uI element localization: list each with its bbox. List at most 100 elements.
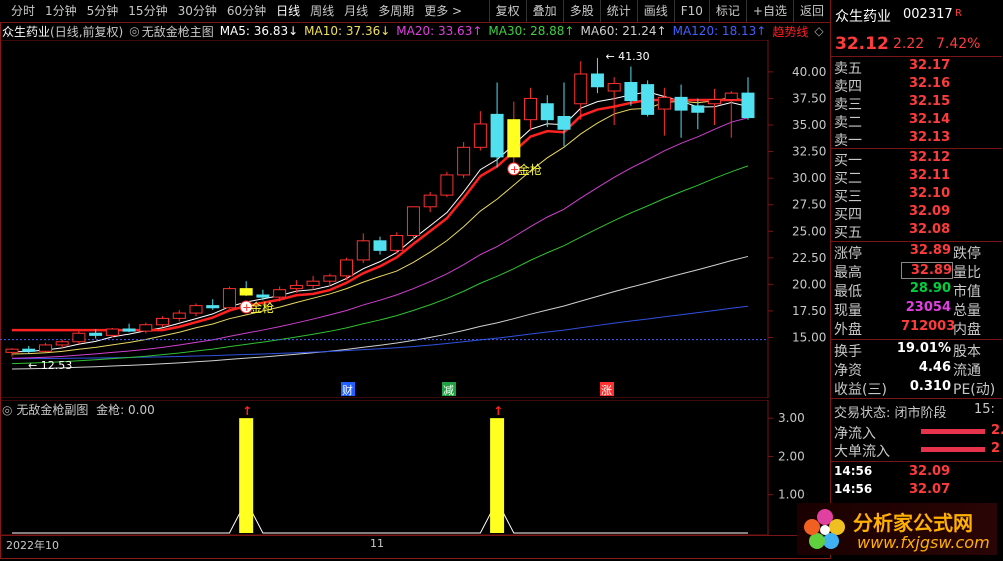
quote-pct: 7.42% [936,36,981,52]
y-label-6: 25.00 [792,224,826,238]
tool-button-3[interactable]: 统计 [599,0,637,22]
indicator-dropdown-icon[interactable]: ◎ [129,24,139,38]
ma60-value: MA60: 21.24↑ [580,24,667,38]
period-tab-2[interactable]: 5分钟 [82,0,124,22]
price-mode[interactable]: (日线,前复权) [50,23,123,40]
watermark-title: 分析家公式网 [853,511,973,535]
stat-label2-0: 跌停 [953,246,981,262]
period-tab-4[interactable]: 30分钟 [173,0,222,22]
divider [831,339,1002,340]
candle-body-15 [256,294,270,298]
chart-title-row: 众生药业 (日线,前复权) ◎ 无敌金枪主图 MA5: 36.83↓ MA10:… [2,23,830,39]
candle-body-13 [222,288,236,309]
high-label: ← 41.30 [605,50,649,63]
candle-body-21 [356,240,370,261]
period-tab-1[interactable]: 1分钟 [40,0,82,22]
period-tab-5[interactable]: 60分钟 [222,0,271,22]
candle-body-31 [524,97,538,121]
period-tab-6[interactable]: 日线 [271,0,305,22]
flow-bar-0 [921,429,985,434]
candle-body-32 [540,103,554,121]
ask-label-3: 卖二 [834,115,862,131]
candle-body-17 [289,284,303,290]
candle-body-2 [38,344,52,352]
tool-button-8[interactable]: 返回 [792,0,830,22]
bid-price-3: 32.09 [909,204,951,219]
quote-flag: R [955,8,962,19]
signal-label-14: 金枪 [250,300,274,315]
period-tab-7[interactable]: 周线 [305,0,339,22]
tool-button-6[interactable]: 标记 [708,0,746,22]
period-tab-8[interactable]: 月线 [339,0,373,22]
stat-value-3: 23054 [905,300,951,315]
trade-status: 交易状态: 闭市阶段 [834,406,947,421]
tool-button-4[interactable]: 画线 [636,0,674,22]
stock-name: 众生药业 [2,24,51,39]
stat2-value-2: 0.310 [909,379,951,394]
ask-price-0: 32.17 [909,58,951,73]
tool-button-2[interactable]: 多股 [562,0,600,22]
candle-body-3 [55,341,69,346]
ma120-value: MA120: 18.13↑ [672,24,767,38]
ask-label-1: 卖四 [834,79,862,95]
ma120-line [11,305,749,360]
candle-body-22 [373,240,387,251]
candle-body-9 [156,317,170,326]
ma5-value: MA5: 36.83↓ [219,24,299,38]
candle-body-42 [708,99,722,105]
flow-value-0: 2. [991,423,1003,438]
candle-body-28 [473,123,487,148]
ask-price-3: 32.14 [909,112,951,127]
flow-bar-1 [921,447,985,452]
quote-price: 32.12 [835,34,889,54]
divider [831,461,1002,462]
candle-body-35 [590,73,604,88]
ma20-value: MA20: 33.63↑ [396,24,483,38]
candle-body-5 [89,332,103,336]
period-tab-9[interactable]: 多周期 [373,0,419,22]
sub-signal-bar-14 [239,418,254,533]
bid-price-2: 32.10 [909,186,951,201]
tool-button-5[interactable]: F10 [673,0,709,22]
indicator-name[interactable]: 无敌金枪主图 [142,23,214,40]
ask-price-2: 32.15 [909,94,951,109]
period-tab-3[interactable]: 15分钟 [123,0,172,22]
period-tab-10[interactable]: 更多 > [419,0,467,22]
candle-body-26 [440,174,454,196]
period-toolbar: 分时 1分钟 5分钟 15分钟 30分钟 60分钟 日线 周线 月线 多周期 更多 > 复权 叠加 多股… [0,0,830,23]
sub-plot-frame [0,400,769,535]
divider [831,241,1002,242]
candle-body-18 [306,280,320,286]
tool-button-1[interactable]: 叠加 [525,0,563,22]
ask-label-4: 卖一 [834,133,862,149]
sub-y-label-0: 3.00 [778,411,805,425]
sub-indicator-chart[interactable]: 3.00 2.00 1.00 ↑ ↑ [0,400,830,535]
period-tab-0[interactable]: 分时 [6,0,40,22]
y-label-8: 20.00 [792,277,826,291]
ask-price-4: 32.13 [909,130,951,145]
ma10-line [11,96,749,355]
event-label-0: 财 [342,383,353,397]
candle-body-34 [574,73,588,105]
stat-label2-4: 内盘 [953,322,981,338]
sub-signal-bar-29 [490,418,505,533]
candle-body-25 [423,194,437,208]
bid-label-1: 买二 [834,171,862,187]
candle-body-38 [641,84,655,115]
diamond-icon[interactable]: ◇ [814,24,823,38]
candle-body-29 [490,113,504,158]
stat-label-1: 最高 [834,265,862,281]
candle-body-10 [172,312,186,319]
flow-label-1: 大单流入 [834,444,890,460]
tool-button-0[interactable]: 复权 [488,0,526,22]
stat2-label2-2: PE(动) [953,382,996,398]
tool-button-7[interactable]: +自选 [745,0,793,22]
tool-buttons: 复权 叠加 多股 统计 画线 F10 标记 +自选 返回 [488,0,830,22]
y-label-2: 35.00 [792,118,826,132]
candle-body-1 [22,348,36,352]
bid-price-1: 32.11 [909,168,951,183]
main-candlestick-chart[interactable]: 40.00 37.50 35.00 32.50 30.00 27.50 25.00 22.50… [0,40,830,398]
tick-time-1: 14:56 [834,482,873,496]
candle-body-27 [457,146,471,176]
candle-body-40 [674,96,688,111]
